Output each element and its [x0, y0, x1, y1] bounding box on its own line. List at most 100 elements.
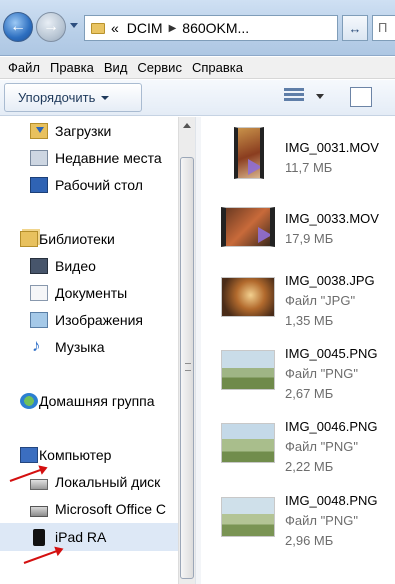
recent-pages-dropdown[interactable] — [70, 23, 78, 28]
libraries-icon — [20, 231, 38, 247]
change-view-button[interactable] — [284, 88, 304, 106]
nav-item-label: Загрузки — [55, 123, 112, 139]
homegroup-icon — [20, 393, 38, 409]
nav-item-video[interactable]: Видео — [0, 254, 178, 278]
preview-pane-button[interactable] — [350, 87, 372, 107]
nav-item-office-drive[interactable]: Microsoft Office C — [0, 497, 178, 521]
nav-item-computer[interactable]: Компьютер — [0, 443, 178, 467]
nav-item-images[interactable]: Изображения — [0, 308, 178, 332]
nav-pane-scrollbar[interactable] — [178, 117, 195, 584]
nav-group-label: Библиотеки — [39, 231, 115, 247]
nav-item-music[interactable]: Музыка — [0, 335, 178, 359]
local-disk-icon — [30, 478, 48, 490]
video-thumbnail — [221, 207, 275, 247]
images-library-icon — [30, 312, 48, 328]
file-item[interactable]: IMG_0033.MOV 17,9 МБ — [201, 197, 395, 263]
play-icon — [258, 227, 270, 243]
nav-item-libraries[interactable]: Библиотеки — [0, 227, 178, 251]
view-options-dropdown[interactable] — [316, 94, 324, 99]
file-size: 2,96 МБ — [285, 533, 334, 548]
desktop-icon — [30, 177, 48, 193]
nav-item-downloads[interactable]: Загрузки — [0, 119, 178, 143]
address-overflow-chevron[interactable]: « — [111, 20, 119, 36]
organize-label: Упорядочить — [18, 90, 96, 105]
breadcrumb-current-folder[interactable]: 860OKM... — [182, 20, 249, 36]
file-size: 2,22 МБ — [285, 459, 334, 474]
menu-edit[interactable]: Правка — [46, 60, 100, 75]
search-input[interactable]: П — [372, 15, 395, 41]
file-type: Файл "PNG" — [285, 366, 358, 381]
file-item[interactable]: IMG_0038.JPG Файл "JPG" 1,35 МБ — [201, 267, 395, 333]
image-thumbnail — [221, 350, 275, 390]
music-library-icon — [30, 336, 48, 356]
navigation-pane: Загрузки Недавние места Рабочий стол Биб… — [0, 117, 178, 584]
play-icon — [248, 159, 260, 175]
file-size: 17,9 МБ — [285, 231, 334, 246]
back-button[interactable]: ← — [3, 12, 33, 42]
nav-item-label: Недавние места — [55, 150, 162, 166]
details-view-icon-line — [284, 93, 304, 96]
menu-view[interactable]: Вид — [100, 60, 134, 75]
file-item[interactable]: IMG_0045.PNG Файл "PNG" 2,67 МБ — [201, 340, 395, 406]
nav-item-homegroup[interactable]: Домашняя группа — [0, 389, 178, 413]
chevron-down-icon — [101, 95, 110, 100]
nav-item-label: Microsoft Office C — [55, 501, 166, 517]
file-size: 2,67 МБ — [285, 386, 334, 401]
command-bar: Упорядочить — [0, 80, 395, 116]
file-name: IMG_0031.MOV — [285, 140, 379, 155]
nav-item-label: Изображения — [55, 312, 143, 328]
organize-button[interactable]: Упорядочить — [4, 83, 142, 112]
grip-icon — [185, 363, 191, 371]
nav-item-recent-places[interactable]: Недавние места — [0, 146, 178, 170]
file-type: Файл "PNG" — [285, 439, 358, 454]
nav-item-label: iPad RA — [55, 529, 107, 545]
refresh-icon: ↔ — [348, 20, 362, 36]
address-bar[interactable]: « DCIM ▶ 860OKM... — [84, 15, 338, 41]
file-name: IMG_0048.PNG — [285, 493, 378, 508]
file-name: IMG_0046.PNG — [285, 419, 378, 434]
menu-file[interactable]: Файл — [4, 60, 46, 75]
file-name: IMG_0038.JPG — [285, 273, 375, 288]
address-toolbar: ← → « DCIM ▶ 860OKM... ↔ П — [0, 0, 395, 56]
file-item[interactable]: IMG_0046.PNG Файл "PNG" 2,22 МБ — [201, 413, 395, 479]
video-library-icon — [30, 258, 48, 274]
nav-item-label: Музыка — [55, 339, 105, 355]
file-item[interactable]: IMG_0031.MOV 11,7 МБ — [201, 125, 395, 191]
image-thumbnail — [221, 423, 275, 463]
downloads-folder-icon — [30, 123, 48, 139]
breadcrumb-dcim[interactable]: DCIM — [127, 20, 163, 36]
office-drive-icon — [30, 505, 48, 517]
details-view-icon-line — [284, 98, 304, 101]
search-placeholder: П — [378, 20, 388, 35]
nav-group-label: Компьютер — [39, 447, 112, 463]
arrow-left-icon: ← — [10, 18, 26, 35]
menu-tools[interactable]: Сервис — [133, 60, 188, 75]
file-size: 1,35 МБ — [285, 313, 334, 328]
nav-item-label: Документы — [55, 285, 128, 301]
breadcrumb-separator-icon[interactable]: ▶ — [169, 23, 177, 34]
nav-item-desktop[interactable]: Рабочий стол — [0, 173, 178, 197]
video-thumbnail — [234, 127, 264, 179]
nav-item-ipad[interactable]: iPad RA — [0, 523, 178, 551]
scroll-up-icon[interactable] — [183, 123, 191, 128]
file-type: Файл "JPG" — [285, 293, 356, 308]
menu-bar: Файл Правка Вид Сервис Справка — [0, 57, 395, 79]
refresh-button[interactable]: ↔ — [342, 15, 368, 41]
nav-item-label: Видео — [55, 258, 96, 274]
documents-library-icon — [30, 285, 48, 301]
forward-button[interactable]: → — [36, 12, 66, 42]
nav-item-label: Локальный диск — [55, 474, 161, 490]
photo-thumbnail — [221, 277, 275, 317]
nav-item-documents[interactable]: Документы — [0, 281, 178, 305]
details-view-icon — [284, 88, 304, 91]
scrollbar-thumb[interactable] — [180, 157, 194, 579]
file-name: IMG_0033.MOV — [285, 211, 379, 226]
computer-icon — [20, 447, 38, 463]
menu-help[interactable]: Справка — [188, 60, 249, 75]
file-name: IMG_0045.PNG — [285, 346, 378, 361]
file-list: IMG_0031.MOV 11,7 МБ IMG_0033.MOV 17,9 М… — [201, 117, 395, 584]
recent-places-icon — [30, 150, 48, 166]
file-item[interactable]: IMG_0048.PNG Файл "PNG" 2,96 МБ — [201, 487, 395, 553]
ipad-device-icon — [33, 528, 45, 546]
arrow-right-icon: → — [43, 18, 59, 35]
